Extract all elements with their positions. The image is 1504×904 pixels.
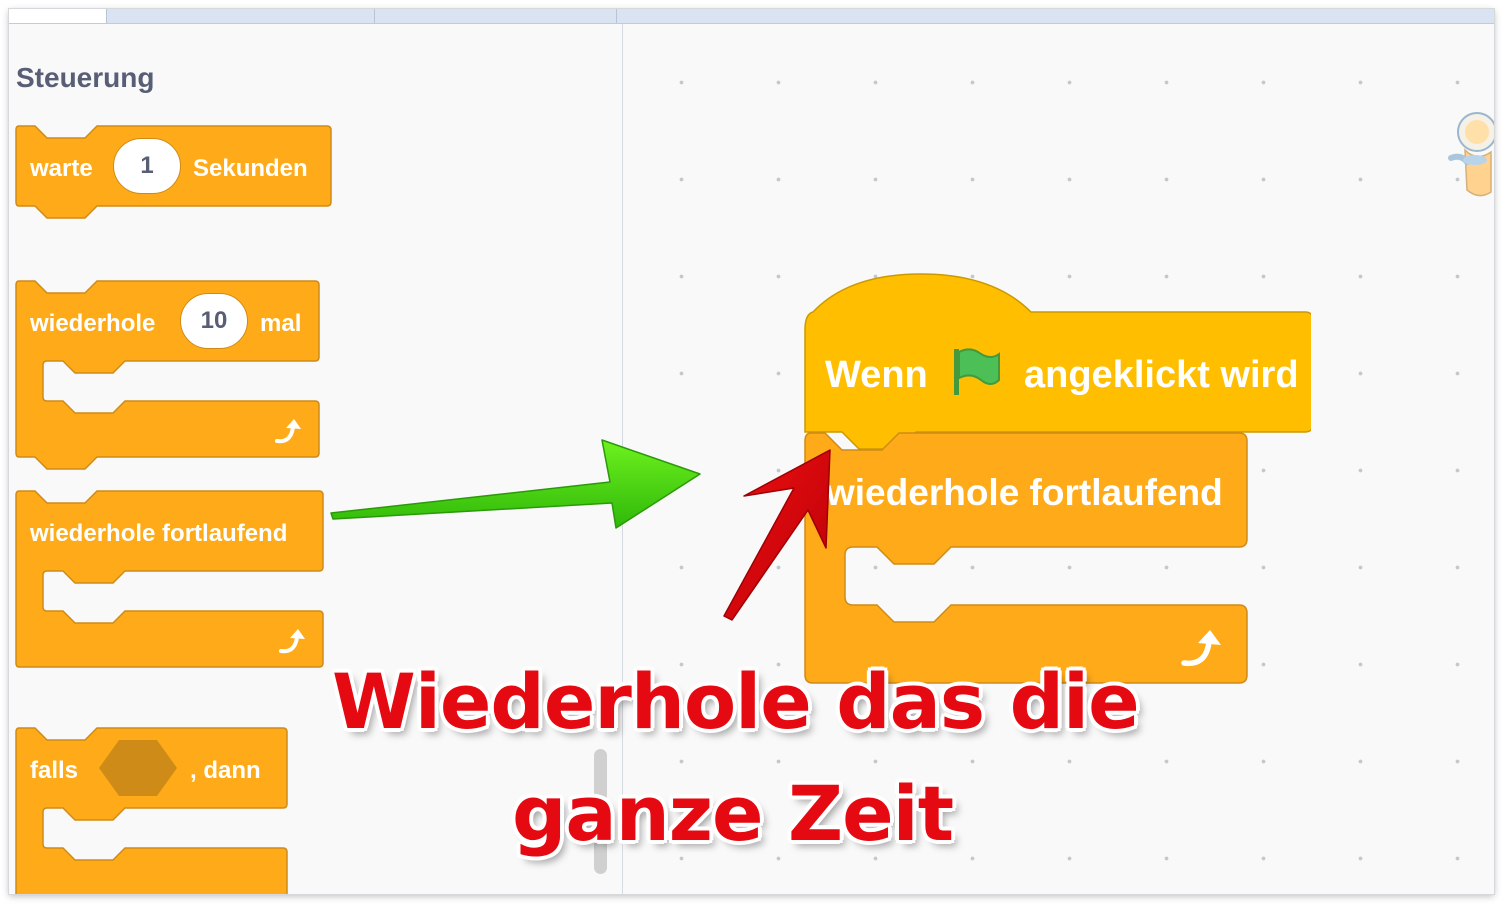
category-title: Steuerung — [16, 62, 155, 93]
script-forever-block-shape — [804, 432, 1248, 684]
repeat-block[interactable]: wiederhole 10 mal — [15, 279, 325, 479]
sprite-icon — [1448, 112, 1494, 197]
if-block[interactable]: falls , dann — [15, 726, 305, 894]
if-block-shape — [15, 727, 288, 894]
block-palette: Steuerung warte 1 Sekunden wiederhole 10… — [9, 24, 623, 894]
hat-block-label: Wenn — [825, 354, 928, 396]
hat-block-label-suffix: angeklickt wird — [1024, 354, 1299, 396]
repeat-block-shape — [15, 280, 320, 470]
wait-seconds-input[interactable]: 1 — [113, 138, 181, 194]
if-block-then-label: , dann — [190, 757, 261, 784]
forever-block-shape — [15, 490, 324, 668]
repeat-block-label: wiederhole — [30, 310, 156, 337]
script-forever-block-label: wiederhole fortlaufend — [826, 472, 1223, 513]
repeat-block-unit: mal — [260, 310, 302, 337]
app-window: Steuerung warte 1 Sekunden wiederhole 10… — [9, 9, 1494, 894]
script-area[interactable]: Wenn angeklickt wird wiederhole fortlauf… — [623, 24, 1494, 894]
tab-sounds[interactable] — [375, 9, 617, 23]
tab-bar — [9, 9, 1494, 24]
wait-block[interactable]: warte 1 Sekunden — [15, 124, 335, 224]
wait-block-label: warte — [30, 155, 93, 182]
if-block-label: falls — [30, 757, 79, 784]
green-flag-icon — [954, 348, 1000, 395]
tab-code[interactable] — [9, 9, 107, 23]
repeat-count-input[interactable]: 10 — [180, 293, 248, 349]
wait-block-unit: Sekunden — [193, 155, 308, 182]
palette-scrollbar[interactable] — [594, 749, 607, 874]
tab-costumes[interactable] — [107, 9, 375, 23]
forever-block-label: wiederhole fortlaufend — [30, 520, 288, 547]
script-forever-block[interactable]: wiederhole fortlaufend — [791, 431, 1251, 691]
forever-block[interactable]: wiederhole fortlaufend — [15, 489, 329, 669]
